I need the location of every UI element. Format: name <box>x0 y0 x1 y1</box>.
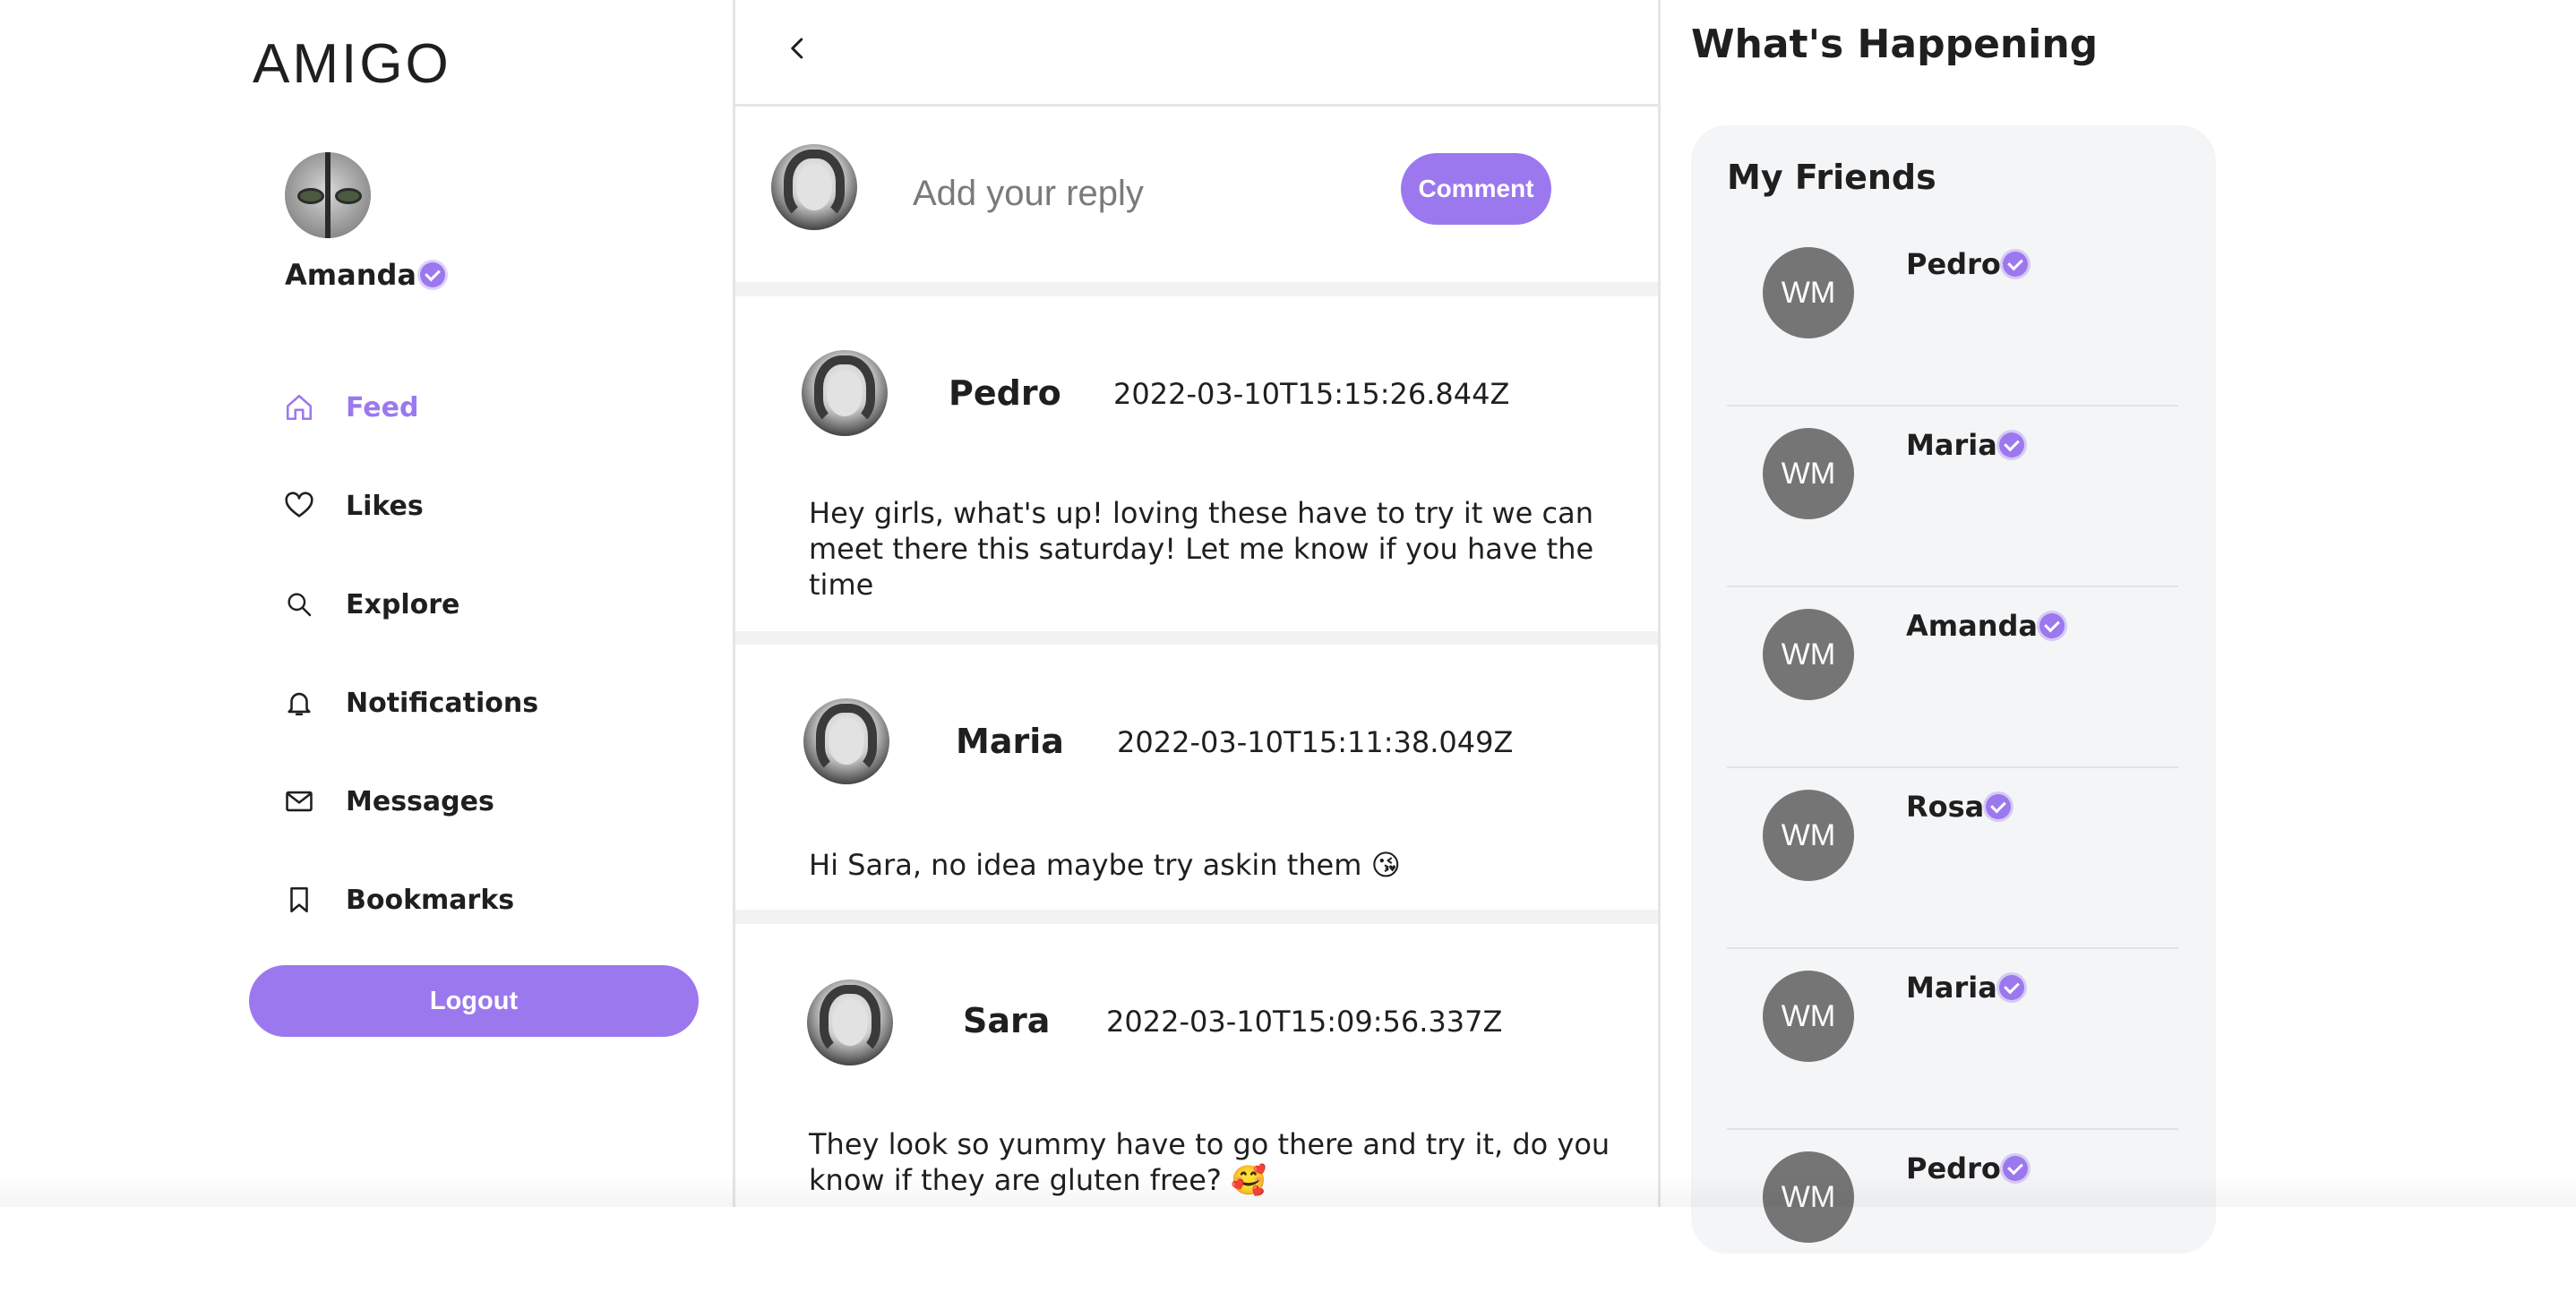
profile-avatar[interactable] <box>285 152 371 238</box>
friend-name: Pedro <box>1906 247 2001 281</box>
nav-label-messages: Messages <box>346 785 494 817</box>
friend-avatar: WM <box>1763 971 1854 1062</box>
bookmark-icon <box>281 882 317 918</box>
comment-card: Pedro 2022-03-10T15:15:26.844Z Hey girls… <box>735 296 1658 631</box>
friends-title: My Friends <box>1727 158 1936 197</box>
comment-author[interactable]: Maria <box>956 722 1064 761</box>
nav-item-notifications[interactable]: Notifications <box>281 654 538 752</box>
nav-item-explore[interactable]: Explore <box>281 555 538 654</box>
comment-timestamp: 2022-03-10T15:15:26.844Z <box>1113 377 1510 411</box>
search-icon <box>281 586 317 622</box>
comment-timestamp: 2022-03-10T15:11:38.049Z <box>1117 725 1514 759</box>
nav-item-messages[interactable]: Messages <box>281 752 538 851</box>
friend-item[interactable]: WM Amanda <box>1727 586 2178 768</box>
profile-name: Amanda <box>285 258 416 292</box>
friend-avatar: WM <box>1763 247 1854 338</box>
friend-name: Maria <box>1906 428 1997 462</box>
friend-avatar: WM <box>1763 790 1854 881</box>
friend-item[interactable]: WM Pedro <box>1727 1128 2178 1309</box>
nav-label-notifications: Notifications <box>346 687 539 719</box>
friends-panel: My Friends WM Pedro WM Maria WM Amanda W… <box>1691 125 2216 1253</box>
bell-icon <box>281 685 317 721</box>
verified-badge-icon <box>1986 794 2012 819</box>
comment-card: Maria 2022-03-10T15:11:38.049Z Hi Sara, … <box>735 645 1658 910</box>
comment-author[interactable]: Sara <box>963 1001 1050 1040</box>
comment-card: Sara 2022-03-10T15:09:56.337Z They look … <box>735 924 1658 1207</box>
thread-header <box>735 0 1658 107</box>
nav-label-bookmarks: Bookmarks <box>346 884 515 916</box>
comment-author[interactable]: Pedro <box>949 373 1061 413</box>
friend-avatar: WM <box>1763 428 1854 519</box>
profile-name-row: Amanda <box>285 258 445 292</box>
friend-item[interactable]: WM Rosa <box>1727 766 2178 949</box>
whats-happening-title: What's Happening <box>1691 21 2099 67</box>
friend-avatar: WM <box>1763 1151 1854 1243</box>
current-user-avatar <box>771 144 857 230</box>
nav-item-bookmarks[interactable]: Bookmarks <box>281 851 538 949</box>
heart-icon <box>281 488 317 524</box>
back-arrow-icon[interactable] <box>780 30 816 66</box>
comment-text: Hi Sara, no idea maybe try askin them 😘 <box>809 848 1401 882</box>
logout-button[interactable]: Logout <box>249 965 699 1037</box>
reply-input[interactable] <box>911 157 1380 230</box>
comment-text: They look so yummy have to go there and … <box>809 1127 1610 1197</box>
app-logo[interactable]: AMIGO <box>253 32 451 96</box>
mail-icon <box>281 783 317 819</box>
friend-name: Amanda <box>1906 609 2038 643</box>
nav-label-feed: Feed <box>346 391 419 424</box>
comment-timestamp: 2022-03-10T15:09:56.337Z <box>1106 1005 1503 1039</box>
friend-item[interactable]: WM Pedro <box>1727 224 2178 406</box>
verified-badge-icon <box>2002 252 2028 277</box>
friend-item[interactable]: WM Maria <box>1727 947 2178 1130</box>
avatar-art <box>325 152 331 238</box>
friend-avatar: WM <box>1763 609 1854 700</box>
comment-author-avatar[interactable] <box>803 698 889 784</box>
nav-item-feed[interactable]: Feed <box>281 358 538 457</box>
friend-item[interactable]: WM Maria <box>1727 405 2178 587</box>
verified-badge-icon <box>2002 1156 2028 1181</box>
verified-badge-icon <box>1998 975 2024 1000</box>
nav-item-likes[interactable]: Likes <box>281 457 538 555</box>
friend-name: Pedro <box>1906 1151 2001 1185</box>
nav-label-likes: Likes <box>346 490 424 522</box>
comment-author-avatar[interactable] <box>807 980 893 1065</box>
comment-author-avatar[interactable] <box>802 350 888 436</box>
home-icon <box>281 389 317 425</box>
verified-badge-icon <box>419 262 445 287</box>
comments-column: Comment Pedro 2022-03-10T15:15:26.844Z H… <box>733 0 1661 1207</box>
main-nav: Feed Likes Explore Notifications Message… <box>281 358 538 949</box>
verified-badge-icon <box>1998 432 2024 458</box>
verified-badge-icon <box>2039 613 2065 638</box>
friend-name: Rosa <box>1906 790 1985 824</box>
comment-button[interactable]: Comment <box>1401 153 1551 225</box>
comment-text: Hey girls, what's up! loving these have … <box>809 496 1594 602</box>
nav-label-explore: Explore <box>346 588 460 620</box>
friend-name: Maria <box>1906 971 1997 1005</box>
reply-composer: Comment <box>735 107 1658 282</box>
